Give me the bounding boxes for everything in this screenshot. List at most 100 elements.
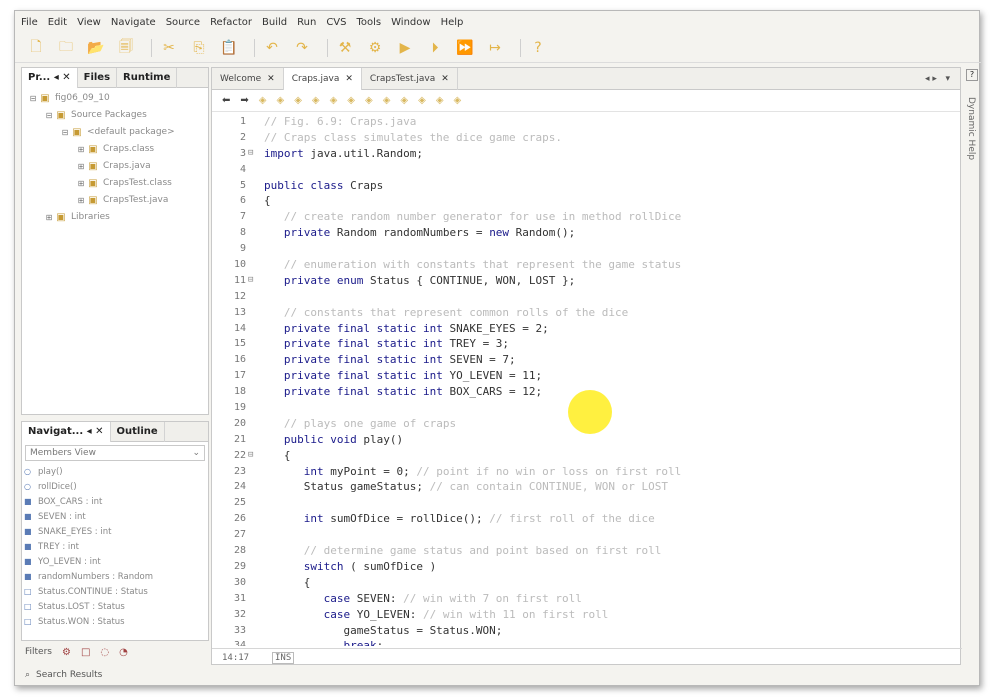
find-next-icon[interactable]: ◈: [276, 95, 284, 106]
code-line[interactable]: 26 int sumOfDice = rollDice(); // first …: [212, 511, 962, 527]
member-item[interactable]: ■ SEVEN : int: [22, 509, 208, 524]
filter-static-icon[interactable]: □: [81, 647, 90, 658]
editor-tab[interactable]: Craps.java ✕: [283, 67, 362, 90]
code-line[interactable]: 11 ⊟ private enum Status { CONTINUE, WON,…: [212, 273, 962, 289]
expand-toggle-icon[interactable]: ⊞: [76, 158, 86, 175]
code-line[interactable]: 32 case YO_LEVEN: // win with 11 on firs…: [212, 607, 962, 623]
code-line[interactable]: 12: [212, 289, 962, 305]
code-line[interactable]: 25: [212, 495, 962, 511]
menu-edit[interactable]: Edit: [48, 17, 67, 28]
code-line[interactable]: 15 private final static int TREY = 3;: [212, 336, 962, 352]
redo-icon[interactable]: ↷: [291, 38, 313, 58]
expand-toggle-icon[interactable]: ⊞: [44, 209, 54, 226]
uncomment-icon[interactable]: ◈: [454, 95, 462, 106]
copy-icon[interactable]: ⎘: [188, 38, 210, 58]
menu-file[interactable]: File: [21, 17, 38, 28]
code-line[interactable]: 6{: [212, 193, 962, 209]
tree-item[interactable]: ⊞ ▣ CrapsTest.class: [22, 175, 208, 192]
shift-left-icon[interactable]: ◈: [365, 95, 373, 106]
tree-item[interactable]: ⊞ ▣ Craps.java: [22, 158, 208, 175]
code-line[interactable]: 2 // Craps class simulates the dice game …: [212, 130, 962, 146]
member-item[interactable]: □ Status.CONTINUE : Status: [22, 584, 208, 599]
step-icon[interactable]: ↦: [484, 38, 506, 58]
filter-nonpublic-icon[interactable]: ◌: [100, 647, 109, 658]
start-macro-icon[interactable]: ◈: [400, 95, 408, 106]
tab-runtime[interactable]: Runtime: [117, 67, 178, 88]
save-all-icon[interactable]: 🗐: [115, 38, 137, 58]
menu-tools[interactable]: Tools: [356, 17, 381, 28]
member-item[interactable]: ■ YO_LEVEN : int: [22, 554, 208, 569]
code-line[interactable]: 30 {: [212, 575, 962, 591]
search-results-tab[interactable]: ⌕ Search Results: [21, 666, 321, 684]
menu-help[interactable]: Help: [441, 17, 464, 28]
tree-item[interactable]: ⊟ ▣ <default package>: [22, 124, 208, 141]
new-project-icon[interactable]: 🗀: [55, 38, 77, 58]
open-project-icon[interactable]: 📂: [85, 38, 107, 58]
close-icon[interactable]: ✕: [441, 74, 449, 84]
tab-navigator[interactable]: Navigat... ◂ ✕: [22, 421, 111, 442]
code-line[interactable]: 21 public void play(): [212, 432, 962, 448]
find-prev-icon[interactable]: ◈: [259, 95, 267, 106]
code-line[interactable]: 4: [212, 162, 962, 178]
code-line[interactable]: 3 ⊟ import java.util.Random;: [212, 146, 962, 162]
code-line[interactable]: 7 // create random number generator for …: [212, 209, 962, 225]
tab-navigation[interactable]: ◂ ▸ ▾: [925, 74, 960, 84]
tab-files[interactable]: Files: [78, 67, 118, 88]
code-line[interactable]: 33 gameStatus = Status.WON;: [212, 623, 962, 639]
expand-toggle-icon[interactable]: ⊞: [76, 175, 86, 192]
dynamic-help-tab[interactable]: Dynamic Help: [966, 97, 976, 160]
profile-icon[interactable]: ⏩: [454, 38, 476, 58]
toggle-bookmark-icon[interactable]: ◈: [347, 95, 355, 106]
code-line[interactable]: 34 break;: [212, 638, 962, 646]
expand-toggle-icon[interactable]: ⊟: [44, 107, 54, 124]
help-icon[interactable]: ?: [966, 69, 978, 81]
fold-toggle-icon[interactable]: ⊟: [248, 273, 258, 289]
code-line[interactable]: 17 private final static int YO_LEVEN = 1…: [212, 368, 962, 384]
cut-icon[interactable]: ✂: [158, 38, 180, 58]
code-line[interactable]: 29 switch ( sumOfDice ): [212, 559, 962, 575]
tree-item[interactable]: ⊞ ▣ CrapsTest.java: [22, 192, 208, 209]
editor-tab[interactable]: Welcome ✕: [212, 67, 284, 90]
member-item[interactable]: □ Status.LOST : Status: [22, 599, 208, 614]
next-bookmark-icon[interactable]: ◈: [330, 95, 338, 106]
shift-right-icon[interactable]: ◈: [383, 95, 391, 106]
tab-projects[interactable]: Pr... ◂ ✕: [22, 67, 78, 88]
menu-refactor[interactable]: Refactor: [210, 17, 252, 28]
code-line[interactable]: 10 // enumeration with constants that re…: [212, 257, 962, 273]
expand-toggle-icon[interactable]: ⊟: [60, 124, 70, 141]
tree-item[interactable]: ⊞ ▣ Craps.class: [22, 141, 208, 158]
new-file-icon[interactable]: 🗋: [25, 38, 47, 58]
expand-toggle-icon[interactable]: ⊞: [76, 141, 86, 158]
build-icon[interactable]: ⚙: [364, 38, 386, 58]
members-view-select[interactable]: Members View ⌄: [25, 445, 205, 461]
code-line[interactable]: 9: [212, 241, 962, 257]
menu-run[interactable]: Run: [297, 17, 316, 28]
member-item[interactable]: ○ play(): [22, 464, 208, 479]
code-line[interactable]: 16 private final static int SEVEN = 7;: [212, 352, 962, 368]
member-item[interactable]: ○ rollDice(): [22, 479, 208, 494]
forward-icon[interactable]: ➡: [240, 95, 248, 106]
code-area[interactable]: 1 // Fig. 6.9: Craps.java 2 // Craps class …: [212, 114, 962, 646]
code-line[interactable]: 5 public class Craps: [212, 178, 962, 194]
back-icon[interactable]: ⬅: [222, 95, 230, 106]
filter-inherited-icon[interactable]: ◔: [119, 647, 128, 658]
clean-build-icon[interactable]: ⚒: [334, 38, 356, 58]
code-line[interactable]: 22 ⊟ {: [212, 448, 962, 464]
fold-toggle-icon[interactable]: ⊟: [248, 146, 258, 162]
fold-toggle-icon[interactable]: ⊟: [248, 448, 258, 464]
expand-toggle-icon[interactable]: ⊞: [76, 192, 86, 209]
prev-bookmark-icon[interactable]: ◈: [312, 95, 320, 106]
stop-macro-icon[interactable]: ◈: [418, 95, 426, 106]
expand-toggle-icon[interactable]: ⊟: [28, 90, 38, 107]
comment-icon[interactable]: ◈: [436, 95, 444, 106]
tree-item[interactable]: ⊟ ▣ Source Packages: [22, 107, 208, 124]
code-line[interactable]: 24 Status gameStatus; // can contain CON…: [212, 479, 962, 495]
help-icon[interactable]: ?: [527, 38, 549, 58]
code-line[interactable]: 23 int myPoint = 0; // point if no win o…: [212, 464, 962, 480]
code-line[interactable]: 8 private Random randomNumbers = new Ran…: [212, 225, 962, 241]
code-line[interactable]: 27: [212, 527, 962, 543]
filter-fields-icon[interactable]: ⚙: [62, 647, 71, 658]
menu-source[interactable]: Source: [166, 17, 200, 28]
tab-outline[interactable]: Outline: [111, 421, 165, 442]
menu-window[interactable]: Window: [391, 17, 430, 28]
